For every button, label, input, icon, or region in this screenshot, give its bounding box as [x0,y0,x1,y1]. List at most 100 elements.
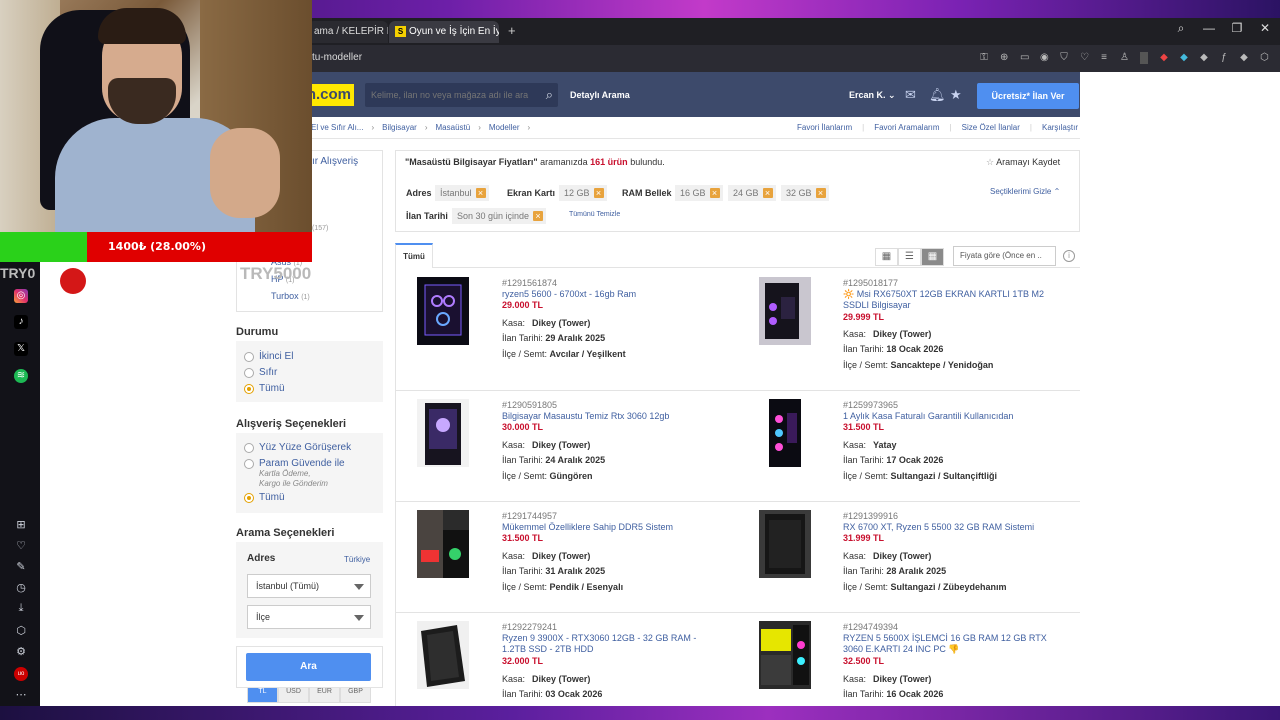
browser-tab-1[interactable]: ama / KELEPİR KAÇMA [308,21,388,43]
listing-title[interactable]: RX 6700 XT, Ryzen 5 5500 32 GB RAM Siste… [843,522,1058,533]
compare-link[interactable]: Karşılaştır [1042,123,1078,132]
extensions-icon[interactable]: ⬡ [1260,52,1269,64]
listing-title[interactable]: Bilgisayar Masaustu Temiz Rtx 3060 12gb [502,411,717,422]
url-field[interactable]: tu-modeller [312,52,362,63]
extension-icon[interactable]: ◆ [1160,52,1168,64]
list-view-icon[interactable]: ☰ [898,248,921,266]
camera-icon[interactable]: ◉ [1040,52,1049,64]
filter-chip-date[interactable]: Son 30 gün içinde [452,208,547,224]
listing-case-row: Kasa: Dikey (Tower) [843,674,931,684]
breadcrumb-item[interactable]: Bilgisayar [382,123,417,132]
cube-icon[interactable]: ⬡ [14,624,28,637]
breadcrumb-item[interactable]: Masaüstü [436,123,471,132]
search-icon[interactable]: ⌕ [546,87,553,103]
radio-yuz-yuze[interactable]: Yüz Yüze Görüşerek [244,442,351,453]
zoom-icon[interactable]: ⊕ [1000,52,1008,64]
favorite-listings-link[interactable]: Favori İlanlarım [797,123,852,132]
star-icon[interactable]: ★ [950,87,962,103]
search-tabs-icon[interactable]: ⌕ [1172,21,1190,36]
district-select[interactable]: İlçe [247,605,371,629]
hide-selections-link[interactable]: Seçtiklerimi Gizle ⌃ [990,187,1060,196]
radio-tumu-shopping[interactable]: Tümü [244,492,285,503]
field-label: İlçe / Semt: [502,471,548,481]
listing-thumbnail[interactable] [759,277,811,345]
extension-icon[interactable]: ◆ [1240,52,1248,64]
edit-icon[interactable]: ✎ [14,560,28,573]
breadcrumb-item[interactable]: Modeller [489,123,520,132]
grid-view-icon[interactable]: ▦ [921,248,944,266]
x-icon[interactable]: 𝕏 [14,342,28,356]
breadcrumb-item[interactable]: El ve Sıfır Alı... [311,123,363,132]
special-listings-link[interactable]: Size Özel İlanlar [962,123,1020,132]
heart-icon[interactable]: ♡ [1080,52,1089,64]
listing-thumbnail[interactable] [759,399,811,467]
radio-tumu[interactable]: Tümü [244,383,285,394]
tiktok-icon[interactable]: ♪ [14,315,28,329]
listing-thumbnail[interactable] [417,399,469,467]
country-link[interactable]: Türkiye [344,555,370,564]
listing-thumbnail[interactable] [759,510,811,578]
radio-ikinci-el[interactable]: İkinci El [244,351,293,362]
clock-icon[interactable]: ◷ [14,581,28,594]
listing-title[interactable]: Ryzen 9 3900X - RTX3060 12GB - 32 GB RAM… [502,633,717,655]
listing-thumbnail[interactable] [417,277,469,345]
radio-label: Tümü [259,383,285,394]
filter-chip-ram[interactable]: 16 GB [675,185,723,201]
advanced-search-link[interactable]: Detaylı Arama [570,90,630,100]
user-icon[interactable]: ♙ [1120,52,1129,64]
listing-title[interactable]: 1 Aylık Kasa Faturalı Garantili Kullanıc… [843,411,1058,422]
mail-icon[interactable]: ✉ [905,87,916,103]
ublock-icon[interactable]: uo [14,667,28,681]
minimize-icon[interactable]: — [1200,21,1218,36]
listing-title[interactable]: RYZEN 5 5600X İŞLEMCİ 16 GB RAM 12 GB RT… [843,633,1058,655]
listing-thumbnail[interactable] [417,510,469,578]
restore-icon[interactable]: ❐ [1228,21,1246,36]
search-button[interactable]: Ara [246,653,371,681]
tab-all[interactable]: Tümü [395,243,433,268]
listing-title[interactable]: ryzen5 5600 - 6700xt - 16gb Ram [502,289,717,300]
radio-sifir[interactable]: Sıfır [244,367,277,378]
breadcrumb: El ve Sıfır Alı... › Bilgisayar › Masaüstü… [311,123,530,132]
category-link[interactable]: ır Alışveriş [312,156,358,167]
table-view-icon[interactable]: ▦ [875,248,898,266]
menu-icon[interactable]: ≡ [1100,52,1108,64]
info-icon[interactable]: i [1063,250,1075,262]
sort-select[interactable]: Fiyata göre (Önce en .. [953,246,1056,266]
search-input[interactable] [365,83,530,107]
filter-chip-ram[interactable]: 32 GB [781,185,829,201]
post-ad-button[interactable]: Ücretsiz* İlan Ver [977,83,1079,109]
filter-chip-address[interactable]: İstanbul [435,185,489,201]
save-search-button[interactable]: ☆ Aramayı Kaydet [986,157,1060,168]
listing-title[interactable]: Mükemmel Özelliklere Sahip DDR5 Sistem [502,522,717,533]
user-menu[interactable]: Ercan K. ⌄ [849,90,896,101]
more-icon[interactable]: ⋯ [14,688,28,701]
favorite-searches-link[interactable]: Favori Aramalarım [874,123,939,132]
extension-icon[interactable]: ◆ [1180,52,1188,64]
clear-all-link[interactable]: Tümünü Temizle [569,211,620,218]
settings-icon[interactable]: ⚙ [14,645,28,658]
translate-icon[interactable]: ▭ [1020,52,1029,64]
brand-link-turbox[interactable]: Turbox (1) [271,291,310,301]
listing-thumbnail[interactable] [417,621,469,689]
browser-tab-2[interactable]: SOyun ve İş İçin En İyi Mas [389,21,499,43]
radio-param-guvende[interactable]: Param Güvende ile Kartla Ödeme, Kargo ile … [244,458,345,489]
filter-chip-gpu[interactable]: 12 GB [559,185,607,201]
heart-icon[interactable]: ♡ [14,539,28,552]
city-select[interactable]: İstanbul (Tümü) [247,574,371,598]
close-icon[interactable]: ✕ [1256,21,1274,36]
key-icon[interactable]: ⚿ [980,52,988,64]
apps-icon[interactable]: ⊞ [14,518,28,531]
listing-title[interactable]: 🔆 Msi RX6750XT 12GB EKRAN KARTLI 1TB M2 … [843,289,1058,311]
filter-chip-ram[interactable]: 24 GB [728,185,776,201]
extension-icon[interactable]: ƒ [1220,52,1228,64]
bell-icon[interactable]: 🔔︎ [929,87,946,103]
download-icon[interactable]: ⤓ [14,602,28,615]
extension-icon[interactable]: ◆ [1200,52,1208,64]
shield-icon[interactable]: ⛉ [1060,52,1068,64]
instagram-icon[interactable]: ◎ [14,289,28,303]
spotify-icon[interactable]: ≋ [14,369,28,383]
listing-case-row: Kasa: Dikey (Tower) [843,551,931,561]
listing-thumbnail[interactable] [759,621,811,689]
new-tab-button[interactable]: + [508,23,516,39]
listing-date-row: İlan Tarihi: 16 Ocak 2026 [843,689,943,699]
